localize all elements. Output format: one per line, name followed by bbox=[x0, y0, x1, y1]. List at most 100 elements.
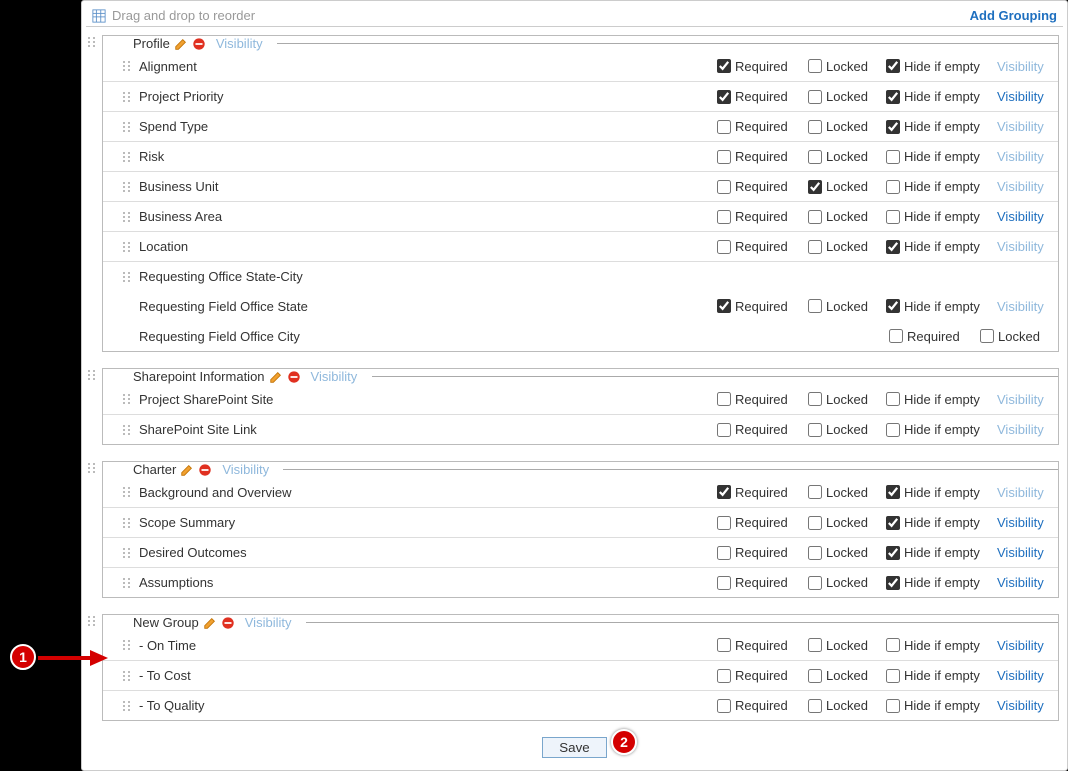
visibility-link[interactable]: Visibility bbox=[997, 149, 1052, 164]
delete-icon[interactable] bbox=[287, 370, 301, 384]
hide_if_empty-checkbox[interactable]: Hide if empty bbox=[886, 59, 991, 74]
hide_if_empty-input[interactable] bbox=[886, 180, 900, 194]
item-drag-handle[interactable] bbox=[121, 640, 133, 650]
locked-checkbox[interactable]: Locked bbox=[808, 89, 880, 104]
locked-checkbox[interactable]: Locked bbox=[808, 299, 880, 314]
locked-input[interactable] bbox=[808, 546, 822, 560]
locked-input[interactable] bbox=[808, 669, 822, 683]
locked-input[interactable] bbox=[808, 516, 822, 530]
hide_if_empty-checkbox[interactable]: Hide if empty bbox=[886, 485, 991, 500]
locked-input[interactable] bbox=[808, 423, 822, 437]
visibility-link[interactable]: Visibility bbox=[997, 668, 1052, 683]
hide_if_empty-checkbox[interactable]: Hide if empty bbox=[886, 392, 991, 407]
required-checkbox[interactable]: Required bbox=[889, 329, 974, 344]
edit-icon[interactable] bbox=[269, 370, 283, 384]
item-drag-handle[interactable] bbox=[121, 425, 133, 435]
required-checkbox[interactable]: Required bbox=[717, 392, 802, 407]
required-checkbox[interactable]: Required bbox=[717, 59, 802, 74]
locked-input[interactable] bbox=[808, 392, 822, 406]
hide_if_empty-checkbox[interactable]: Hide if empty bbox=[886, 575, 991, 590]
hide_if_empty-checkbox[interactable]: Hide if empty bbox=[886, 119, 991, 134]
required-checkbox[interactable]: Required bbox=[717, 515, 802, 530]
item-drag-handle[interactable] bbox=[121, 122, 133, 132]
item-drag-handle[interactable] bbox=[121, 671, 133, 681]
delete-icon[interactable] bbox=[198, 463, 212, 477]
hide_if_empty-checkbox[interactable]: Hide if empty bbox=[886, 545, 991, 560]
hide_if_empty-checkbox[interactable]: Hide if empty bbox=[886, 668, 991, 683]
required-input[interactable] bbox=[717, 669, 731, 683]
required-input[interactable] bbox=[717, 90, 731, 104]
required-checkbox[interactable]: Required bbox=[717, 119, 802, 134]
hide_if_empty-input[interactable] bbox=[886, 210, 900, 224]
locked-input[interactable] bbox=[808, 150, 822, 164]
item-drag-handle[interactable] bbox=[121, 548, 133, 558]
locked-checkbox[interactable]: Locked bbox=[808, 668, 880, 683]
required-input[interactable] bbox=[717, 699, 731, 713]
hide_if_empty-checkbox[interactable]: Hide if empty bbox=[886, 515, 991, 530]
locked-checkbox[interactable]: Locked bbox=[808, 392, 880, 407]
group-drag-handle[interactable] bbox=[86, 453, 98, 473]
hide_if_empty-input[interactable] bbox=[886, 699, 900, 713]
item-drag-handle[interactable] bbox=[121, 394, 133, 404]
required-checkbox[interactable]: Required bbox=[717, 179, 802, 194]
visibility-link[interactable]: Visibility bbox=[997, 119, 1052, 134]
visibility-link[interactable]: Visibility bbox=[311, 369, 366, 384]
group-drag-handle[interactable] bbox=[86, 606, 98, 626]
delete-icon[interactable] bbox=[221, 616, 235, 630]
hide_if_empty-input[interactable] bbox=[886, 638, 900, 652]
hide_if_empty-checkbox[interactable]: Hide if empty bbox=[886, 698, 991, 713]
visibility-link[interactable]: Visibility bbox=[997, 59, 1052, 74]
delete-icon[interactable] bbox=[192, 37, 206, 51]
required-checkbox[interactable]: Required bbox=[717, 299, 802, 314]
item-drag-handle[interactable] bbox=[121, 701, 133, 711]
required-checkbox[interactable]: Required bbox=[717, 209, 802, 224]
required-checkbox[interactable]: Required bbox=[717, 638, 802, 653]
required-input[interactable] bbox=[717, 59, 731, 73]
locked-checkbox[interactable]: Locked bbox=[980, 329, 1052, 344]
locked-input[interactable] bbox=[808, 576, 822, 590]
required-input[interactable] bbox=[717, 150, 731, 164]
hide_if_empty-checkbox[interactable]: Hide if empty bbox=[886, 149, 991, 164]
locked-checkbox[interactable]: Locked bbox=[808, 485, 880, 500]
visibility-link[interactable]: Visibility bbox=[997, 299, 1052, 314]
visibility-link[interactable]: Visibility bbox=[216, 36, 271, 51]
visibility-link[interactable]: Visibility bbox=[997, 575, 1052, 590]
locked-checkbox[interactable]: Locked bbox=[808, 698, 880, 713]
hide_if_empty-checkbox[interactable]: Hide if empty bbox=[886, 209, 991, 224]
hide_if_empty-input[interactable] bbox=[886, 150, 900, 164]
hide_if_empty-input[interactable] bbox=[886, 423, 900, 437]
required-checkbox[interactable]: Required bbox=[717, 149, 802, 164]
required-checkbox[interactable]: Required bbox=[717, 545, 802, 560]
item-drag-handle[interactable] bbox=[121, 272, 133, 282]
locked-input[interactable] bbox=[808, 240, 822, 254]
locked-checkbox[interactable]: Locked bbox=[808, 179, 880, 194]
locked-input[interactable] bbox=[808, 485, 822, 499]
item-drag-handle[interactable] bbox=[121, 578, 133, 588]
hide_if_empty-checkbox[interactable]: Hide if empty bbox=[886, 422, 991, 437]
visibility-link[interactable]: Visibility bbox=[997, 179, 1052, 194]
locked-checkbox[interactable]: Locked bbox=[808, 149, 880, 164]
visibility-link[interactable]: Visibility bbox=[222, 462, 277, 477]
locked-input[interactable] bbox=[808, 59, 822, 73]
hide_if_empty-input[interactable] bbox=[886, 240, 900, 254]
hide_if_empty-input[interactable] bbox=[886, 485, 900, 499]
locked-input[interactable] bbox=[808, 180, 822, 194]
visibility-link[interactable]: Visibility bbox=[245, 615, 300, 630]
required-input[interactable] bbox=[717, 120, 731, 134]
item-drag-handle[interactable] bbox=[121, 152, 133, 162]
visibility-link[interactable]: Visibility bbox=[997, 422, 1052, 437]
edit-icon[interactable] bbox=[203, 616, 217, 630]
group-drag-handle[interactable] bbox=[86, 27, 98, 47]
item-drag-handle[interactable] bbox=[121, 242, 133, 252]
locked-checkbox[interactable]: Locked bbox=[808, 59, 880, 74]
required-checkbox[interactable]: Required bbox=[717, 485, 802, 500]
required-input[interactable] bbox=[717, 180, 731, 194]
locked-input[interactable] bbox=[980, 329, 994, 343]
required-checkbox[interactable]: Required bbox=[717, 89, 802, 104]
visibility-link[interactable]: Visibility bbox=[997, 89, 1052, 104]
item-drag-handle[interactable] bbox=[121, 518, 133, 528]
visibility-link[interactable]: Visibility bbox=[997, 209, 1052, 224]
edit-icon[interactable] bbox=[174, 37, 188, 51]
required-input[interactable] bbox=[717, 392, 731, 406]
hide_if_empty-input[interactable] bbox=[886, 576, 900, 590]
